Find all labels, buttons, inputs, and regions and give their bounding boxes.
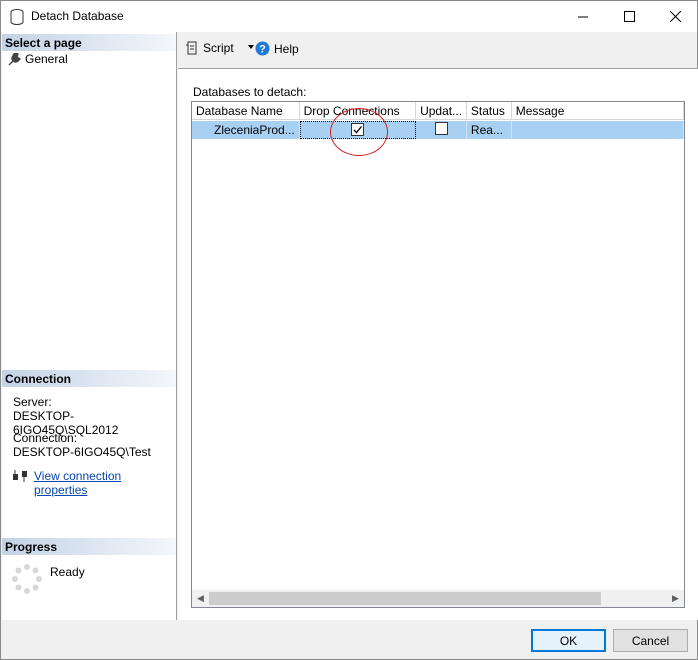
- close-button[interactable]: [652, 1, 698, 31]
- progress-spinner-icon: [12, 564, 42, 594]
- help-button[interactable]: ? Help: [255, 41, 299, 56]
- toolbar: Script ? Help: [178, 32, 697, 64]
- column-status[interactable]: Status: [466, 102, 512, 120]
- server-label: Server:: [13, 395, 52, 409]
- progress-status: Ready: [50, 565, 85, 579]
- message-cell: [512, 121, 684, 139]
- scroll-right-icon[interactable]: ▶: [667, 593, 684, 605]
- detach-database-dialog: Detach Database Select a page General Co…: [0, 0, 698, 660]
- close-icon: [669, 10, 681, 22]
- window-title: Detach Database: [31, 9, 124, 23]
- wrench-icon: [8, 52, 21, 65]
- update-statistics-checkbox[interactable]: [434, 122, 448, 135]
- minimize-button[interactable]: [560, 1, 606, 31]
- column-database-name[interactable]: Database Name: [192, 102, 300, 120]
- horizontal-scrollbar[interactable]: ◀ ▶: [192, 590, 684, 607]
- scrollbar-thumb[interactable]: [209, 592, 601, 605]
- sidebar: Select a page General Connection Server:…: [2, 32, 177, 620]
- connection-properties-icon: [13, 470, 27, 482]
- red-circle-annotation: [330, 108, 388, 156]
- database-icon: [10, 9, 24, 25]
- column-update-statistics[interactable]: Updat...: [416, 102, 467, 120]
- table-row[interactable]: ZleceniaProd... Rea...: [192, 121, 684, 139]
- column-message[interactable]: Message: [511, 102, 684, 120]
- update-statistics-cell[interactable]: [416, 121, 467, 139]
- status-cell: Rea...: [467, 121, 512, 139]
- scroll-left-icon[interactable]: ◀: [192, 593, 209, 605]
- select-page-header: Select a page: [2, 34, 176, 51]
- title-bar: Detach Database: [1, 1, 697, 32]
- cancel-button[interactable]: Cancel: [613, 629, 688, 652]
- script-icon: [186, 41, 197, 55]
- maximize-icon: [623, 10, 635, 22]
- sidebar-item-general[interactable]: General: [8, 52, 68, 66]
- databases-grid[interactable]: Database Name Drop Connections Updat... …: [191, 101, 685, 608]
- script-button[interactable]: Script: [185, 41, 258, 55]
- connection-header: Connection: [2, 370, 176, 387]
- view-connection-properties-link[interactable]: View connection properties: [34, 469, 176, 497]
- connection-value: DESKTOP-6IGO45Q\Test: [13, 445, 151, 459]
- database-name-cell[interactable]: ZleceniaProd...: [192, 121, 300, 139]
- help-icon: ?: [255, 41, 270, 56]
- help-label: Help: [274, 41, 299, 56]
- progress-header: Progress: [2, 538, 176, 555]
- maximize-button[interactable]: [606, 1, 652, 31]
- connection-label: Connection:: [13, 431, 78, 445]
- script-label: Script: [203, 41, 234, 55]
- grid-label: Databases to detach:: [193, 85, 307, 99]
- sidebar-item-label: General: [25, 52, 68, 66]
- grid-header: Database Name Drop Connections Updat... …: [192, 102, 684, 120]
- minimize-icon: [577, 16, 588, 17]
- svg-text:?: ?: [259, 44, 266, 56]
- ok-button[interactable]: OK: [531, 629, 606, 652]
